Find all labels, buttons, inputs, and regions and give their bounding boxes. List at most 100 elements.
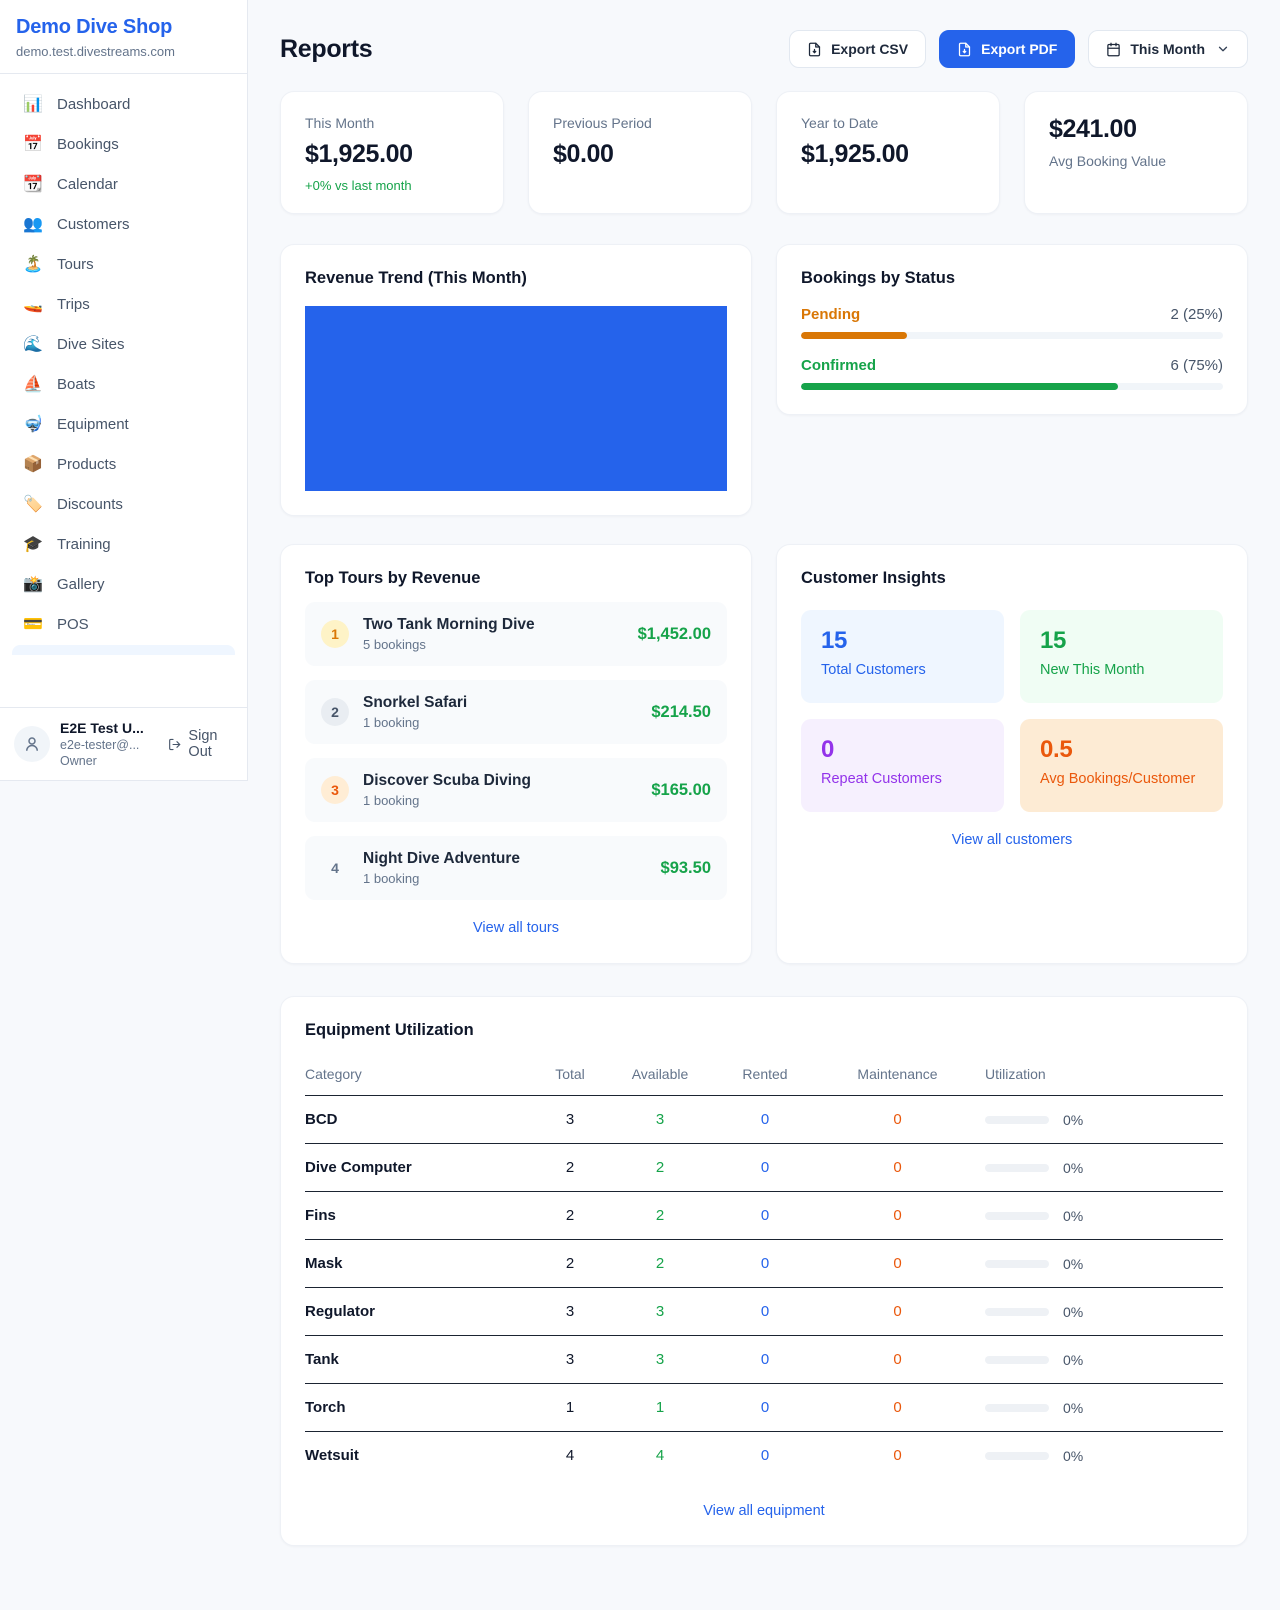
stat-value: $0.00 (553, 140, 727, 169)
equipment-category: Torch (305, 1399, 530, 1416)
sidebar-item-tours[interactable]: 🏝️ Tours (12, 244, 235, 284)
equipment-total: 1 (530, 1399, 610, 1416)
user-meta: E2E Test U... e2e-tester@... Owner (60, 720, 156, 768)
equipment-total: 4 (530, 1447, 610, 1464)
tour-revenue: $165.00 (651, 781, 711, 800)
sidebar-item-reports-active-partial[interactable] (12, 645, 235, 655)
table-row: Dive Computer 2 2 0 0 0% (305, 1144, 1223, 1192)
utilization-bar (985, 1164, 1049, 1172)
progress-track (801, 383, 1223, 390)
rank-badge: 4 (321, 854, 349, 882)
sidebar-item-training[interactable]: 🎓 Training (12, 524, 235, 564)
equipment-total: 2 (530, 1207, 610, 1224)
stat-card-avg-booking-value: $241.00 Avg Booking Value (1024, 91, 1248, 214)
sidebar-item-label: Dive Sites (57, 336, 125, 353)
col-utilization: Utilization (975, 1066, 1223, 1082)
customer-insights-title: Customer Insights (801, 569, 1223, 588)
tour-revenue: $93.50 (661, 859, 711, 878)
equipment-category: Regulator (305, 1303, 530, 1320)
col-rented: Rented (710, 1066, 820, 1082)
sidebar-item-label: Discounts (57, 496, 123, 513)
utilization-bar (985, 1116, 1049, 1124)
rank-badge: 1 (321, 620, 349, 648)
header-actions: Export CSV Export PDF This Month (789, 30, 1248, 68)
table-row: Mask 2 2 0 0 0% (305, 1240, 1223, 1288)
equipment-utilization-card: Equipment Utilization Category Total Ava… (280, 996, 1248, 1546)
sign-out-button[interactable]: Sign Out (168, 728, 233, 760)
sidebar-item-calendar[interactable]: 📆 Calendar (12, 164, 235, 204)
col-category: Category (305, 1066, 530, 1082)
tour-row: 4 Night Dive Adventure 1 booking $93.50 (305, 836, 727, 900)
insight-grid: 15 Total Customers 15 New This Month 0 R… (801, 610, 1223, 812)
view-all-tours-link[interactable]: View all tours (305, 920, 727, 936)
tour-row: 2 Snorkel Safari 1 booking $214.50 (305, 680, 727, 744)
equipment-maintenance: 0 (820, 1303, 975, 1320)
tour-bookings: 5 bookings (363, 637, 624, 652)
equipment-rented: 0 (710, 1447, 820, 1464)
stat-value: $1,925.00 (801, 140, 975, 169)
sidebar-item-dashboard[interactable]: 📊 Dashboard (12, 84, 235, 124)
training-icon: 🎓 (22, 534, 44, 554)
tour-revenue: $1,452.00 (638, 625, 711, 644)
calendar-icon: 📆 (22, 174, 44, 194)
equipment-total: 2 (530, 1159, 610, 1176)
stat-card-previous-period: Previous Period $0.00 (528, 91, 752, 214)
sidebar-item-customers[interactable]: 👥 Customers (12, 204, 235, 244)
equipment-total: 3 (530, 1303, 610, 1320)
equipment-total: 3 (530, 1111, 610, 1128)
equipment-category: Mask (305, 1255, 530, 1272)
col-total: Total (530, 1066, 610, 1082)
equipment-rented: 0 (710, 1111, 820, 1128)
sidebar-item-boats[interactable]: ⛵ Boats (12, 364, 235, 404)
sidebar-item-bookings[interactable]: 📅 Bookings (12, 124, 235, 164)
export-csv-button[interactable]: Export CSV (789, 30, 926, 68)
period-dropdown[interactable]: This Month (1088, 30, 1248, 68)
sidebar-item-equipment[interactable]: 🤿 Equipment (12, 404, 235, 444)
equipment-available: 2 (610, 1255, 710, 1272)
sidebar-item-label: Products (57, 456, 116, 473)
view-all-equipment-link[interactable]: View all equipment (305, 1503, 1223, 1519)
user-email: e2e-tester@... (60, 738, 156, 752)
export-pdf-button[interactable]: Export PDF (939, 30, 1075, 68)
gallery-icon: 📸 (22, 574, 44, 594)
export-pdf-label: Export PDF (981, 41, 1057, 57)
utilization-bar (985, 1308, 1049, 1316)
insight-tile-new-this-month: 15 New This Month (1020, 610, 1223, 703)
sidebar-item-discounts[interactable]: 🏷️ Discounts (12, 484, 235, 524)
sidebar-nav: 📊 Dashboard 📅 Bookings 📆 Calendar 👥 Cust… (0, 74, 247, 707)
equipment-available: 1 (610, 1399, 710, 1416)
equipment-maintenance: 0 (820, 1351, 975, 1368)
equipment-category: Dive Computer (305, 1159, 530, 1176)
equipment-available: 3 (610, 1351, 710, 1368)
equipment-maintenance: 0 (820, 1255, 975, 1272)
user-role: Owner (60, 754, 156, 768)
export-csv-label: Export CSV (831, 41, 908, 57)
insight-value: 0 (821, 736, 984, 764)
sidebar-item-products[interactable]: 📦 Products (12, 444, 235, 484)
tour-row: 3 Discover Scuba Diving 1 booking $165.0… (305, 758, 727, 822)
equipment-utilization-title: Equipment Utilization (305, 1021, 1223, 1040)
equipment-maintenance: 0 (820, 1159, 975, 1176)
top-tours-title: Top Tours by Revenue (305, 569, 727, 588)
insight-tile-total-customers: 15 Total Customers (801, 610, 1004, 703)
sidebar-item-label: Trips (57, 296, 90, 313)
tour-name: Night Dive Adventure (363, 850, 647, 868)
tour-bookings: 1 booking (363, 715, 637, 730)
sidebar-item-dive-sites[interactable]: 🌊 Dive Sites (12, 324, 235, 364)
tour-name: Two Tank Morning Dive (363, 616, 624, 634)
trips-icon: 🚤 (22, 294, 44, 314)
stat-change: +0% vs last month (305, 178, 479, 193)
equipment-available: 3 (610, 1303, 710, 1320)
equipment-available: 4 (610, 1447, 710, 1464)
sidebar-item-pos[interactable]: 💳 POS (12, 604, 235, 644)
sidebar-item-label: POS (57, 616, 89, 633)
chevron-down-icon (1216, 42, 1230, 56)
tour-bookings: 1 booking (363, 793, 637, 808)
sidebar-item-trips[interactable]: 🚤 Trips (12, 284, 235, 324)
utilization-pct: 0% (1063, 1448, 1083, 1464)
view-all-customers-link[interactable]: View all customers (801, 832, 1223, 848)
sidebar-item-gallery[interactable]: 📸 Gallery (12, 564, 235, 604)
sidebar-item-label: Bookings (57, 136, 119, 153)
equipment-available: 2 (610, 1207, 710, 1224)
stat-card-year-to-date: Year to Date $1,925.00 (776, 91, 1000, 214)
